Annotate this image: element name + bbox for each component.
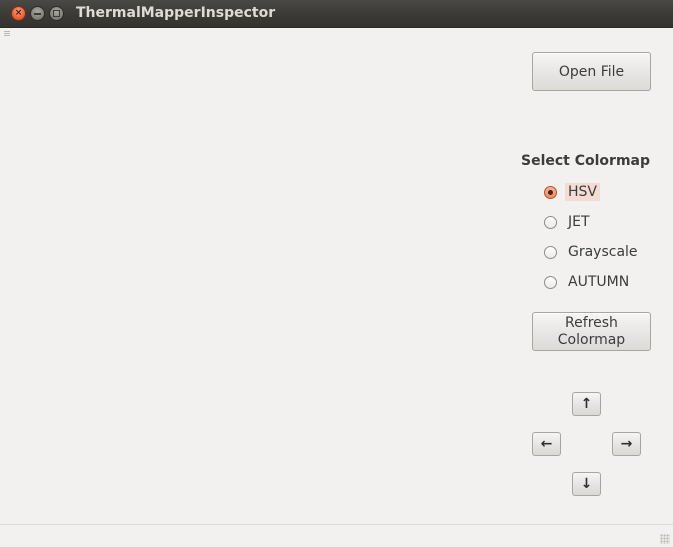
pan-left-button[interactable]: ← xyxy=(532,432,561,456)
maximize-icon xyxy=(53,10,60,17)
radio-grayscale[interactable]: Grayscale xyxy=(543,242,641,262)
resize-grip-icon[interactable] xyxy=(660,534,670,544)
arrow-right-icon: → xyxy=(620,436,633,452)
pan-down-button[interactable]: ↓ xyxy=(572,472,601,496)
radio-unchecked-icon[interactable] xyxy=(544,245,557,259)
toolbar-grip-icon[interactable] xyxy=(4,31,10,37)
arrow-left-icon: ← xyxy=(540,436,553,452)
image-canvas[interactable] xyxy=(0,28,505,524)
arrow-up-icon: ↑ xyxy=(580,396,593,412)
radio-unchecked-icon[interactable] xyxy=(544,275,557,289)
pan-up-button[interactable]: ↑ xyxy=(572,392,601,416)
pan-right-button[interactable]: → xyxy=(612,432,641,456)
maximize-window-button[interactable] xyxy=(49,6,64,21)
close-icon: × xyxy=(14,8,23,18)
radio-label-autumn: AUTUMN xyxy=(568,274,630,290)
radio-unchecked-icon[interactable] xyxy=(544,215,557,229)
minimize-icon xyxy=(34,12,41,15)
colormap-heading: Select Colormap xyxy=(521,153,651,169)
status-bar xyxy=(0,524,673,547)
minimize-window-button[interactable] xyxy=(30,6,45,21)
radio-autumn[interactable]: AUTUMN xyxy=(543,272,632,292)
arrow-down-icon: ↓ xyxy=(580,476,593,492)
app-window: × ThermalMapperInspector Open File Selec… xyxy=(0,0,673,547)
radio-hsv[interactable]: HSV xyxy=(543,182,600,202)
radio-checked-icon[interactable] xyxy=(544,185,557,199)
refresh-colormap-button[interactable]: Refresh Colormap xyxy=(532,312,651,351)
open-file-button[interactable]: Open File xyxy=(532,52,651,91)
title-bar[interactable]: × ThermalMapperInspector xyxy=(0,0,673,28)
radio-label-hsv: HSV xyxy=(565,183,600,201)
radio-label-jet: JET xyxy=(568,214,590,230)
window-title: ThermalMapperInspector xyxy=(76,5,276,21)
radio-jet[interactable]: JET xyxy=(543,212,593,232)
close-window-button[interactable]: × xyxy=(11,6,26,21)
radio-label-grayscale: Grayscale xyxy=(568,244,638,260)
